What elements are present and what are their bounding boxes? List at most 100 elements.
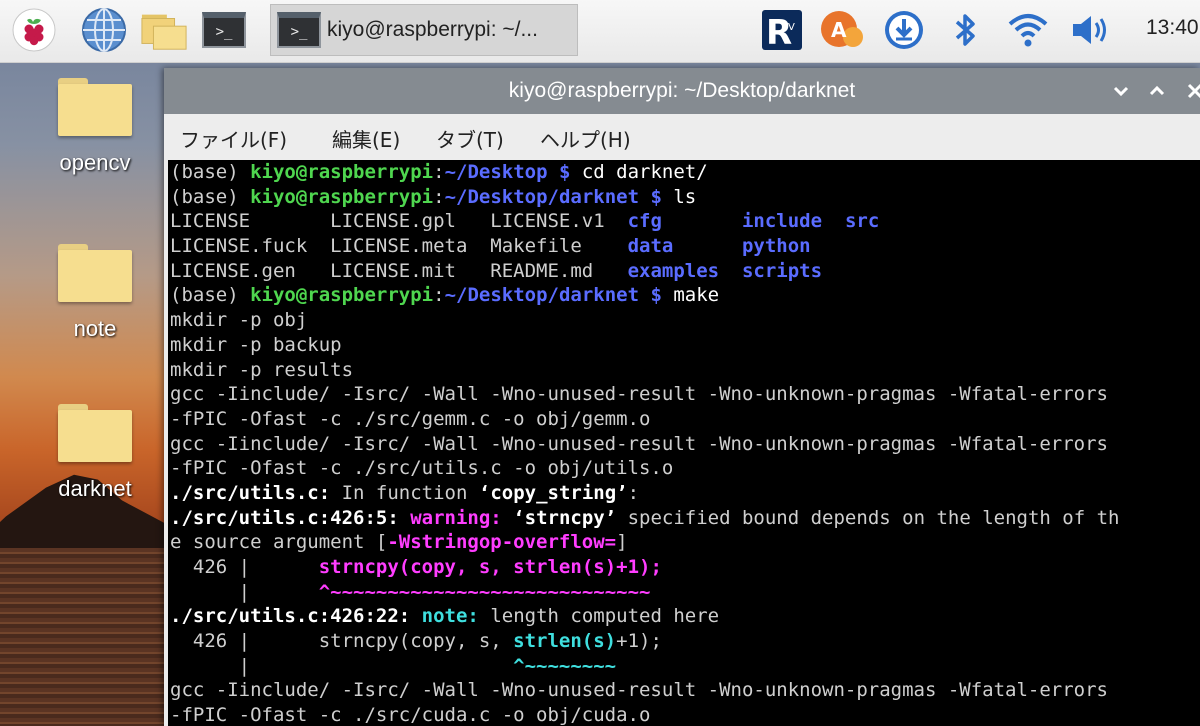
terminal-line: 426 | strncpy(copy, s, strlen(s)+1); <box>168 555 1200 580</box>
terminal-text-segment: | <box>170 654 514 677</box>
terminal-text-segment: mkdir -p backup <box>170 333 342 356</box>
terminal-text-segment: ./src/utils.c: <box>170 481 331 504</box>
desktop-item-darknet[interactable]: darknet <box>20 404 170 502</box>
terminal-text-segment: cd darknet/ <box>570 161 708 183</box>
terminal-line: mkdir -p results <box>168 358 1200 383</box>
wallpaper-sea <box>0 548 170 726</box>
terminal-line: gcc -Iinclude/ -Isrc/ -Wall -Wno-unused-… <box>168 382 1200 407</box>
terminal-line: LICENSE.gen LICENSE.mit README.md exampl… <box>168 259 1200 284</box>
terminal-line: gcc -Iinclude/ -Isrc/ -Wall -Wno-unused-… <box>168 678 1200 703</box>
terminal-text-segment: ‘strncpy’ <box>513 506 617 529</box>
terminal-line: ./src/utils.c: In function ‘copy_string’… <box>168 481 1200 506</box>
terminal-text-segment: : <box>627 481 640 504</box>
terminal-text-segment: kiyo@raspberrypi <box>250 161 434 183</box>
bluetooth-icon[interactable] <box>942 6 990 54</box>
terminal-text-segment: LICENSE.fuck LICENSE.meta Makefile <box>170 235 628 258</box>
wifi-icon[interactable] <box>1004 6 1052 54</box>
terminal-text-segment: python <box>741 235 811 258</box>
folder-icon <box>58 244 132 302</box>
minimize-icon[interactable] <box>1108 78 1134 104</box>
menu-edit[interactable]: 編集(E) <box>332 124 400 153</box>
terminal-line: mkdir -p obj <box>168 308 1200 333</box>
terminal-line: ./src/utils.c:426:5: warning: ‘strncpy’ … <box>168 506 1200 531</box>
terminal-text-segment: mkdir -p obj <box>170 309 308 332</box>
menu-tab[interactable]: タブ(T) <box>436 124 504 153</box>
terminal-line: gcc -Iinclude/ -Isrc/ -Wall -Wno-unused-… <box>168 432 1200 457</box>
terminal-text-segment: : <box>433 185 445 208</box>
terminal-text-segment: gcc -Iinclude/ -Isrc/ -Wall -Wno-unused-… <box>170 383 1108 406</box>
terminal-text-segment: -fPIC -Ofast -c ./src/cuda.c -o obj/cuda… <box>170 704 651 726</box>
menu-file[interactable]: ファイル(F) <box>180 124 287 153</box>
svg-text:A: A <box>831 18 847 42</box>
terminal-text-segment: make <box>661 284 720 307</box>
terminal-text-segment: note: <box>421 605 479 628</box>
svg-text:V: V <box>788 22 795 33</box>
terminal-line: ./src/utils.c:426:22: note: length compu… <box>168 604 1200 629</box>
terminal-line: 426 | strncpy(copy, s, strlen(s)+1); <box>168 629 1200 654</box>
terminal-line: e source argument [-Wstringop-overflow=] <box>168 530 1200 555</box>
terminal-text-segment: 426 | <box>170 556 319 578</box>
terminal-text-segment: kiyo@raspberrypi <box>250 185 434 208</box>
folder-icon <box>58 404 132 462</box>
terminal-text-segment: ./src/utils.c:426:5: <box>170 506 399 529</box>
raspberry-menu-icon[interactable] <box>10 6 58 54</box>
terminal-text-segment: mkdir -p results <box>170 358 354 381</box>
menu-bar: ファイル(F) 編集(E) タブ(T) ヘルプ(H) <box>164 114 1200 160</box>
terminal-text-segment: strncpy(copy, s, strlen(s)+1); <box>318 556 662 578</box>
download-icon[interactable] <box>880 6 928 54</box>
taskbar: >_ >_ kiyo@raspberrypi: ~/... R V A 13:4… <box>0 0 1200 63</box>
terminal-line: | ^~~~~~~~~ <box>168 654 1200 679</box>
terminal-text-segment: ~/Desktop/darknet $ <box>444 284 662 307</box>
volume-icon[interactable] <box>1066 6 1114 54</box>
terminal-line: -fPIC -Ofast -c ./src/utils.c -o obj/uti… <box>168 456 1200 481</box>
terminal-text-segment: data <box>627 235 674 258</box>
maximize-icon[interactable] <box>1144 78 1170 104</box>
terminal-text-segment: ~/Desktop $ <box>444 161 571 183</box>
menu-help[interactable]: ヘルプ(H) <box>540 124 631 153</box>
terminal-text-segment: gcc -Iinclude/ -Isrc/ -Wall -Wno-unused-… <box>170 679 1108 702</box>
terminal-text-segment: +1); <box>616 630 662 653</box>
close-icon[interactable] <box>1180 78 1200 104</box>
terminal-icon[interactable]: >_ <box>200 6 248 54</box>
terminal-line: -fPIC -Ofast -c ./src/gemm.c -o obj/gemm… <box>168 407 1200 432</box>
input-method-icon[interactable]: A <box>818 6 866 54</box>
terminal-text-segment: ‘copy_string’ <box>478 481 628 504</box>
terminal-output[interactable]: (base) kiyo@raspberrypi:~/Desktop $ cd d… <box>168 160 1200 726</box>
terminal-text-segment: strlen(s) <box>513 630 617 653</box>
terminal-text-segment: 426 | strncpy(copy, s, <box>170 630 514 653</box>
terminal-line: (base) kiyo@raspberrypi:~/Desktop $ cd d… <box>168 160 1200 185</box>
terminal-text-segment: | <box>170 580 319 603</box>
realvnc-icon[interactable]: R V <box>758 6 806 54</box>
terminal-text-segment: : <box>433 284 445 307</box>
terminal-text-segment: specified bound depends on the length of… <box>616 506 1120 529</box>
desktop-item-note[interactable]: note <box>20 244 170 342</box>
file-manager-icon[interactable] <box>140 6 188 54</box>
terminal-line: LICENSE LICENSE.gpl LICENSE.v1 cfg inclu… <box>168 209 1200 234</box>
terminal-text-segment: ^~~~~~~~~~~~~~~~~~~~~~~~~~~~~ <box>318 580 651 603</box>
terminal-text-segment: examples <box>627 259 720 282</box>
terminal-text-segment: -fPIC -Ofast -c ./src/gemm.c -o obj/gemm… <box>170 407 651 430</box>
terminal-text-segment: ^~~~~~~~~ <box>513 654 617 677</box>
terminal-line: -fPIC -Ofast -c ./src/cuda.c -o obj/cuda… <box>168 703 1200 726</box>
terminal-text-segment: ~/Desktop/darknet $ <box>444 185 662 208</box>
terminal-text-segment: (base) <box>170 284 251 307</box>
terminal-text-segment: LICENSE LICENSE.gpl LICENSE.v1 <box>170 210 628 233</box>
terminal-line: | ^~~~~~~~~~~~~~~~~~~~~~~~~~~~~ <box>168 580 1200 605</box>
window-titlebar[interactable]: kiyo@raspberrypi: ~/Desktop/darknet <box>164 68 1200 114</box>
terminal-text-segment: : <box>433 161 445 183</box>
terminal-line: (base) kiyo@raspberrypi:~/Desktop/darkne… <box>168 185 1200 210</box>
web-browser-icon[interactable] <box>80 6 128 54</box>
desktop-item-opencv[interactable]: opencv <box>20 78 170 176</box>
taskbar-window-label: kiyo@raspberrypi: ~/... <box>327 18 538 41</box>
terminal-text-segment: In function <box>330 481 479 504</box>
terminal-window: kiyo@raspberrypi: ~/Desktop/darknet ファイル… <box>164 68 1200 726</box>
clock[interactable]: 13:40 <box>1146 16 1199 40</box>
taskbar-window-button[interactable]: >_ kiyo@raspberrypi: ~/... <box>270 4 578 56</box>
